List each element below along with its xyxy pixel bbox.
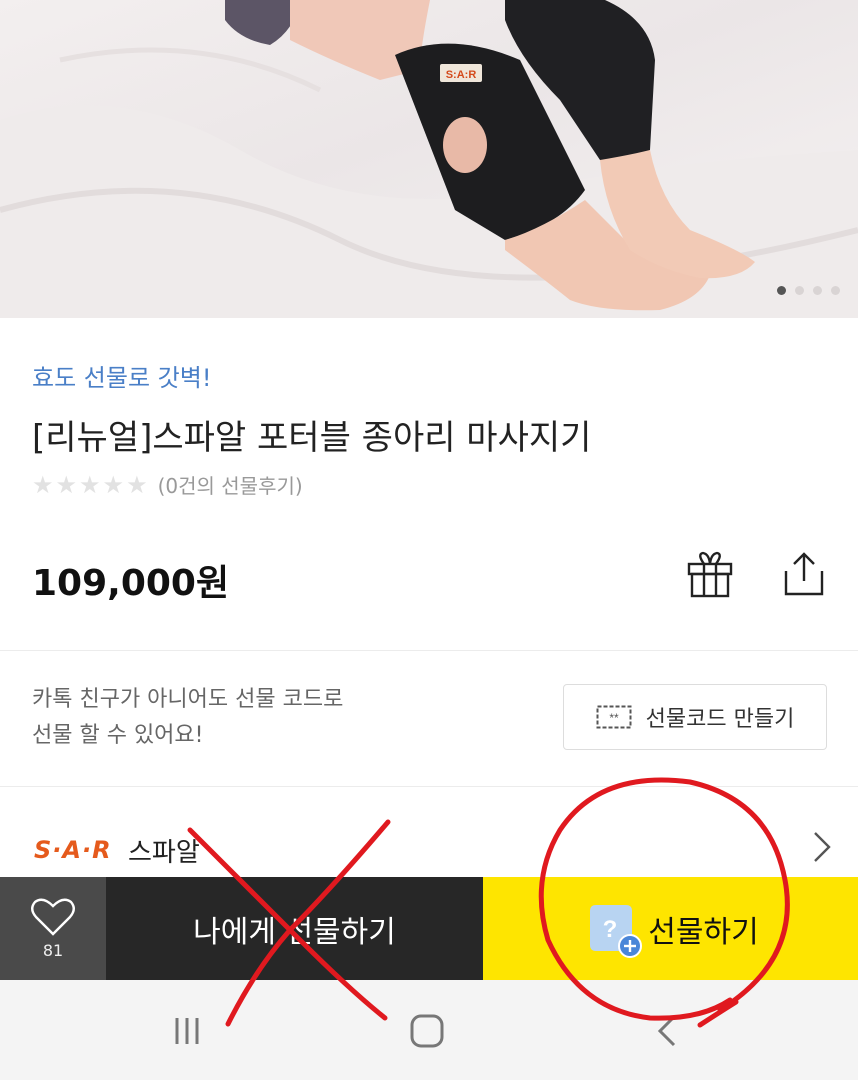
home-button[interactable] [402,1006,452,1056]
bottom-action-bar: 81 나에게 선물하기 ? 선물하기 [0,877,858,980]
share-button[interactable] [778,548,830,600]
gift-label: 선물하기 [648,914,759,950]
brand-patch: S:A:R [446,69,477,81]
back-icon [657,1015,676,1047]
recent-apps-button[interactable] [162,1006,212,1056]
star-icon: ★ [79,470,101,499]
chevron-right-icon [814,832,831,862]
ticket-icon: ** [596,705,632,729]
carousel-dot-active [777,286,786,295]
product-tagline: 효도 선물로 갓벽! [32,364,212,392]
gift-button[interactable]: ? 선물하기 [483,877,858,980]
gift-code-description: 카톡 친구가 아니어도 선물 코드로 선물 할 수 있어요! [32,682,343,754]
gift-box-icon [687,551,733,598]
self-gift-label: 나에게 선물하기 [193,914,396,950]
product-title: [리뉴얼]스파알 포터블 종아리 마사지기 [32,418,592,458]
seller-row[interactable]: S·A·R 스파알 [0,820,858,880]
star-icon: ★ [126,470,148,499]
like-button[interactable]: 81 [0,877,106,980]
heart-icon [31,898,75,936]
product-photo-illustration: S:A:R [0,0,858,318]
gift-code-line1: 카톡 친구가 아니어도 선물 코드로 [32,687,344,712]
divider [0,650,858,651]
share-icon [784,552,824,596]
gift-code-button-label: 선물코드 만들기 [645,707,795,732]
like-count: 81 [42,941,64,960]
self-gift-button[interactable]: 나에게 선물하기 [106,877,483,980]
carousel-dot [813,286,822,295]
product-image[interactable]: S:A:R [0,0,858,318]
carousel-dot [831,286,840,295]
svg-text:**: ** [609,711,619,725]
divider [0,786,858,787]
gift-code-button[interactable]: ** 선물코드 만들기 [563,684,827,750]
rating-row[interactable]: ★ ★ ★ ★ ★ (0건의 선물후기) [32,470,303,499]
carousel-dot [795,286,804,295]
back-button[interactable] [642,1006,692,1056]
seller-name: 스파알 [128,838,200,868]
star-icon: ★ [55,470,78,499]
gift-box-button[interactable] [684,548,736,600]
gift-code-line2: 선물 할 수 있어요! [32,723,204,748]
recent-apps-icon [175,1018,199,1044]
svg-text:?: ? [603,916,618,943]
star-icon: ★ [32,470,54,499]
carousel-indicator [777,286,840,295]
product-price: 109,000원 [32,563,230,604]
star-icon: ★ [102,470,125,499]
review-count[interactable]: (0건의 선물후기) [158,470,303,499]
product-info: 효도 선물로 갓벽! [리뉴얼]스파알 포터블 종아리 마사지기 ★ ★ ★ ★… [32,358,828,604]
seller-logo: S·A·R [34,836,112,864]
question-plus-icon: ? [582,901,643,958]
home-icon [410,1014,444,1048]
system-nav-bar [0,980,858,1080]
